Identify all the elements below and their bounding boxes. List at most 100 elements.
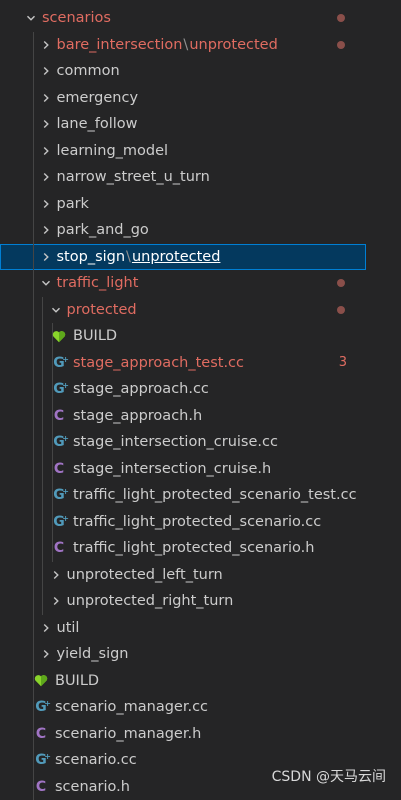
chevron-right-icon[interactable] <box>38 615 54 642</box>
file-item[interactable]: G+traffic_light_protected_scenario.cc <box>0 509 366 536</box>
item-label: park_and_go <box>57 217 149 244</box>
indent-guide <box>42 535 43 562</box>
folder-item[interactable]: traffic_light <box>0 270 366 297</box>
item-name: traffic_light <box>57 275 139 291</box>
compact-folder-separator: \ <box>126 249 131 265</box>
chevron-right-icon[interactable] <box>38 138 54 165</box>
file-item[interactable]: Cstage_intersection_cruise.h <box>0 456 366 483</box>
item-label: yield_sign <box>57 641 129 668</box>
item-label: protected <box>67 297 137 324</box>
chevron-right-icon[interactable] <box>38 32 54 59</box>
file-item[interactable]: Cscenario_manager.h <box>0 721 366 748</box>
file-item[interactable]: Cstage_approach.h <box>0 403 366 430</box>
chevron-right-icon[interactable] <box>38 641 54 668</box>
folder-item[interactable]: unprotected_left_turn <box>0 562 366 589</box>
chevron-down-icon[interactable] <box>48 297 64 324</box>
chevron-right-icon[interactable] <box>38 191 54 218</box>
folder-item[interactable]: lane_follow <box>0 111 366 138</box>
file-item[interactable]: BUILD <box>0 668 366 695</box>
chevron-right-icon[interactable] <box>38 58 54 85</box>
folder-item[interactable]: park <box>0 191 366 218</box>
item-label: unprotected_right_turn <box>67 588 234 615</box>
chevron-right-icon[interactable] <box>48 588 64 615</box>
item-label: emergency <box>57 85 139 112</box>
item-name: emergency <box>57 90 139 106</box>
indent-guide <box>33 297 34 324</box>
chevron-right-icon[interactable] <box>38 111 54 138</box>
item-name: scenario_manager.h <box>55 726 201 742</box>
chevron-down-icon[interactable] <box>38 270 54 297</box>
file-item[interactable]: BUILD <box>0 323 366 350</box>
chevron-right-icon[interactable] <box>38 217 54 244</box>
indent-guide <box>33 403 34 430</box>
item-label: scenario.cc <box>55 747 137 774</box>
folder-item[interactable]: narrow_street_u_turn <box>0 164 366 191</box>
chevron-right-icon[interactable] <box>38 244 54 271</box>
item-label: traffic_light_protected_scenario_test.cc <box>73 482 357 509</box>
file-item[interactable]: G+traffic_light_protected_scenario_test.… <box>0 482 366 509</box>
folder-item[interactable]: unprotected_right_turn <box>0 588 366 615</box>
folder-item[interactable]: scenarios <box>0 5 366 32</box>
folder-item[interactable]: protected <box>0 297 366 324</box>
item-name: BUILD <box>55 673 99 689</box>
indent-guide <box>33 562 34 589</box>
chevron-right-icon[interactable] <box>38 164 54 191</box>
bazel-heart-icon <box>51 323 67 350</box>
folder-item[interactable]: park_and_go <box>0 217 366 244</box>
folder-item[interactable]: learning_model <box>0 138 366 165</box>
item-name: scenario.cc <box>55 752 137 768</box>
item-label: narrow_street_u_turn <box>57 164 210 191</box>
item-label: BUILD <box>73 323 117 350</box>
item-label: stage_intersection_cruise.cc <box>73 429 278 456</box>
item-name: park <box>57 196 89 212</box>
cpp-file-icon: G+ <box>33 694 49 721</box>
item-name: util <box>57 620 80 636</box>
indent-guide <box>33 58 34 85</box>
item-label: park <box>57 191 89 218</box>
c-header-file-icon: C <box>33 721 49 748</box>
folder-item[interactable]: common <box>0 58 366 85</box>
item-name: unprotected_left_turn <box>67 567 223 583</box>
folder-item[interactable]: util <box>0 615 366 642</box>
chevron-right-icon[interactable] <box>48 562 64 589</box>
indent-guide <box>33 376 34 403</box>
item-name: stage_approach_test.cc <box>73 355 244 371</box>
file-item[interactable]: G+stage_approach.cc <box>0 376 366 403</box>
folder-item[interactable]: bare_intersection\unprotected <box>0 32 366 59</box>
item-label: scenarios <box>42 5 111 32</box>
cpp-file-icon: G+ <box>51 509 67 536</box>
file-item[interactable]: G+ stage_approach_test.cc 3 <box>0 350 366 377</box>
item-label: stage_approach.h <box>73 403 202 430</box>
folder-item[interactable]: emergency <box>0 85 366 112</box>
item-label: lane_follow <box>57 111 138 138</box>
compact-folder-suffix[interactable]: unprotected <box>189 37 278 53</box>
item-label: stage_approach_test.cc <box>73 350 244 377</box>
file-item[interactable]: G+stage_intersection_cruise.cc <box>0 429 366 456</box>
indent-guide <box>33 85 34 112</box>
c-header-file-icon: C <box>51 456 67 483</box>
indent-guide <box>33 615 34 642</box>
item-name: scenario_manager.cc <box>55 699 208 715</box>
folder-item[interactable]: stop_sign\unprotected <box>0 244 366 271</box>
cpp-file-icon: G+ <box>51 482 67 509</box>
indent-guide <box>42 376 43 403</box>
file-item[interactable]: G+ scenario_manager.cc <box>0 694 366 721</box>
item-name: stage_intersection_cruise.cc <box>73 434 278 450</box>
indent-guide <box>42 588 43 615</box>
item-label: util <box>57 615 80 642</box>
cpp-file-icon: G+ <box>51 350 67 377</box>
item-label: bare_intersection\unprotected <box>57 32 278 59</box>
problem-count-badge: 3 <box>339 350 347 377</box>
c-header-file-icon: C <box>51 535 67 562</box>
file-item[interactable]: Ctraffic_light_protected_scenario.h <box>0 535 366 562</box>
compact-folder-suffix[interactable]: unprotected <box>132 249 221 265</box>
item-label: traffic_light_protected_scenario.cc <box>73 509 321 536</box>
item-name: park_and_go <box>57 222 149 238</box>
item-name: unprotected_right_turn <box>67 593 234 609</box>
folder-item[interactable]: yield_sign <box>0 641 366 668</box>
modified-dot-icon <box>337 41 345 49</box>
chevron-right-icon[interactable] <box>38 85 54 112</box>
item-name: scenarios <box>42 10 111 26</box>
indent-guide <box>33 535 34 562</box>
chevron-down-icon[interactable] <box>23 5 39 32</box>
